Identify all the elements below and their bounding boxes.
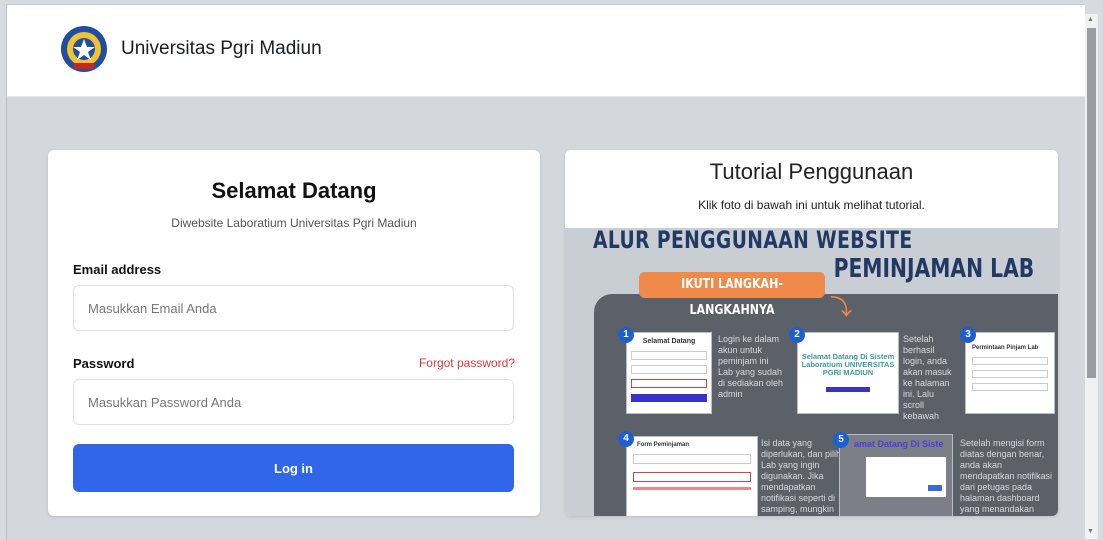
forgot-password-link[interactable]: Forgot password? (419, 356, 515, 370)
login-title: Selamat Datang (211, 178, 377, 203)
step-number-2: 2 (789, 327, 805, 343)
email-input[interactable] (73, 285, 514, 331)
password-input[interactable] (73, 379, 514, 425)
scrollbar-thumb[interactable] (1087, 28, 1096, 378)
login-card: Selamat Datang Diwebsite Laboratium Univ… (48, 150, 540, 516)
browser-viewport: Universitas Pgri Madiun Selamat Datang D… (6, 4, 1085, 540)
tutorial-subtitle: Klik foto di bawah ini untuk melihat tut… (698, 198, 925, 212)
scroll-down-icon[interactable]: ▼ (1087, 528, 1094, 535)
step-number-1: 1 (618, 327, 634, 343)
poster-banner: IKUTI LANGKAH-LANGKAHNYA (639, 272, 825, 318)
step3-screenshot: Permintaan Pinjam Lab (965, 332, 1055, 414)
step5-screenshot: amat Datang Di Siste (839, 434, 953, 516)
arrow-down-icon: ⤵ (830, 295, 853, 320)
step1-text: Login ke dalam akun untuk peminjam ini L… (718, 334, 784, 399)
tutorial-image[interactable]: ALUR PENGGUNAAN WEBSITE PEMINJAMAN LAB I… (565, 228, 1058, 516)
step-number-4: 4 (618, 431, 634, 447)
login-button[interactable]: Log in (73, 444, 514, 492)
email-label: Email address (73, 262, 162, 277)
brand-name[interactable]: Universitas Pgri Madiun (121, 38, 322, 60)
step4-screenshot: Form Peminjaman (626, 436, 758, 516)
navbar: Universitas Pgri Madiun (7, 5, 1085, 97)
tutorial-card: Tutorial Penggunaan Klik foto di bawah i… (565, 150, 1058, 516)
login-subtitle: Diwebsite Laboratium Universitas Pgri Ma… (171, 216, 417, 230)
step-number-5: 5 (833, 432, 849, 448)
poster-heading: ALUR PENGGUNAAN WEBSITE (593, 228, 913, 254)
step2-screenshot: Selamat Datang Di Sistem Laboratium UNIV… (797, 332, 899, 414)
scroll-up-icon[interactable]: ▲ (1087, 16, 1094, 23)
step2-text: Setelah berhasil login, anda akan masuk … (903, 334, 952, 421)
tutorial-title: Tutorial Penggunaan (709, 159, 914, 184)
password-label: Password (73, 356, 135, 371)
step5-text: Setelah mengisi form diatas dengan benar… (960, 438, 1053, 516)
step4-text: Isi data yang diperlukan, dan pilih Lab … (761, 438, 842, 516)
step-number-3: 3 (960, 327, 976, 343)
step1-screenshot: Selamat Datang (626, 332, 712, 414)
poster-subheading: PEMINJAMAN LAB (833, 254, 1034, 284)
university-logo (61, 26, 107, 72)
